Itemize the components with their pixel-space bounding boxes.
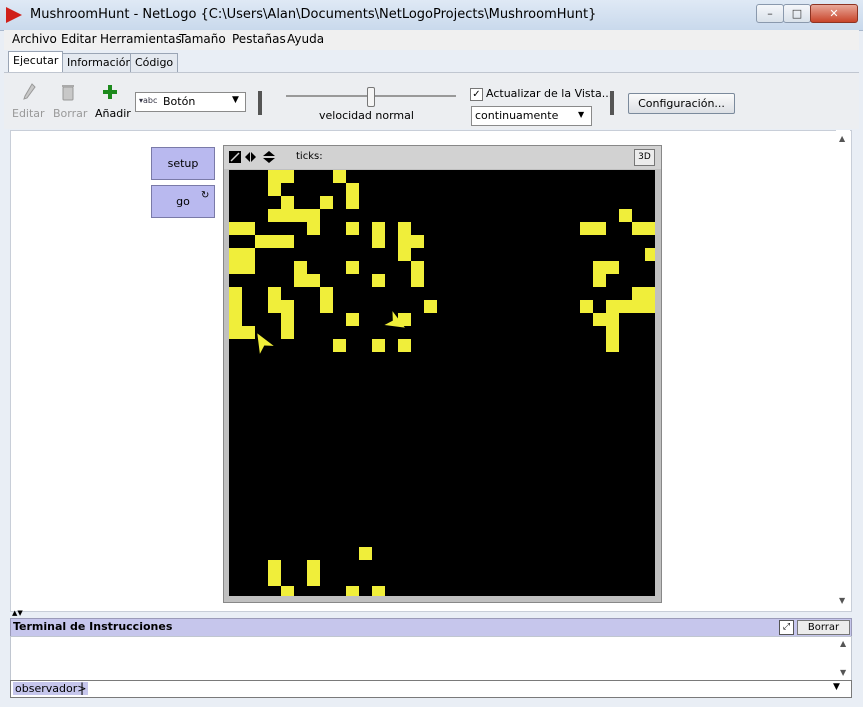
pencil-icon (23, 83, 36, 100)
menu-herramientas[interactable]: Herramientas (100, 32, 182, 46)
trash-icon (62, 85, 74, 101)
splitter-arrows-icon[interactable]: ▲▼ (12, 609, 23, 617)
speed-label: velocidad normal (319, 109, 414, 122)
tab-informacion[interactable]: Información (62, 53, 138, 72)
tab-codigo[interactable]: Código (130, 53, 179, 72)
scroll-down-icon[interactable]: ▼ (840, 668, 846, 677)
maximize-button[interactable]: □ (783, 4, 811, 23)
clear-button[interactable]: Borrar (797, 620, 850, 635)
menu-tamano[interactable]: Tamaño (179, 32, 226, 46)
view-size-icons[interactable] (229, 151, 279, 164)
menu-editar[interactable]: Editar (61, 32, 97, 46)
history-dropdown-icon[interactable]: ▼ (833, 682, 840, 692)
expand-icon[interactable]: ⤢ (779, 620, 794, 635)
agent-type-selector[interactable]: observador> (13, 682, 89, 695)
edit-button[interactable]: Editar (12, 107, 45, 120)
menu-ayuda[interactable]: Ayuda (287, 32, 324, 46)
settings-button[interactable]: Configuración... (628, 93, 735, 114)
go-button[interactable]: go ↻ (151, 185, 215, 218)
turtle (384, 311, 405, 328)
toolbar-divider (610, 91, 614, 115)
update-view-checkbox[interactable]: ✓ (470, 88, 483, 101)
vertical-scrollbar[interactable]: ▲ ▼ (836, 130, 850, 610)
3d-button[interactable]: 3D (634, 149, 655, 166)
update-mode-value: continuamente (475, 109, 559, 122)
menu-bar: Archivo Editar Herramientas Tamaño Pesta… (4, 30, 859, 50)
menu-archivo[interactable]: Archivo (12, 32, 57, 46)
add-icon (103, 85, 117, 99)
minimize-button[interactable]: – (756, 4, 784, 23)
toolbar-divider (258, 91, 262, 115)
setup-button[interactable]: setup (151, 147, 215, 180)
turtle (257, 333, 274, 354)
tab-bar: Ejecutar Información Código (4, 50, 859, 73)
chevron-down-icon: ▼ (232, 95, 239, 105)
toolbar: Editar Borrar Añadir ▾abc Botón ▼ veloci… (4, 72, 859, 129)
chevron-down-icon: ▼ (578, 110, 585, 119)
delete-button[interactable]: Borrar (53, 107, 87, 120)
title-bar[interactable]: MushroomHunt - NetLogo {C:\Users\Alan\Do… (0, 0, 863, 31)
view-header: ticks: 3D (224, 146, 661, 169)
world-canvas[interactable] (229, 170, 655, 596)
tab-ejecutar[interactable]: Ejecutar (8, 51, 64, 73)
forever-icon: ↻ (201, 190, 210, 201)
command-input-row[interactable]: observador> | ▼ (10, 680, 852, 698)
window-title: MushroomHunt - NetLogo {C:\Users\Alan\Do… (30, 7, 597, 22)
speed-slider-thumb[interactable] (367, 87, 375, 107)
scroll-up-icon[interactable]: ▲ (839, 134, 845, 143)
close-button[interactable]: ✕ (810, 4, 858, 23)
scroll-down-icon[interactable]: ▼ (839, 596, 845, 605)
world-view: ticks: 3D (223, 145, 662, 603)
update-mode-select[interactable]: continuamente ▼ (471, 106, 592, 126)
widget-type-select[interactable]: ▾abc Botón ▼ (135, 92, 246, 112)
button-widget-icon: ▾abc (139, 96, 158, 105)
menu-pestanas[interactable]: Pestañas (232, 32, 286, 46)
add-button[interactable]: Añadir (95, 107, 131, 120)
go-button-label: go (176, 195, 190, 208)
netlogo-logo-icon (6, 7, 22, 23)
widget-type-value: Botón (163, 95, 196, 108)
command-center-header: Terminal de Instrucciones ⤢ Borrar (10, 618, 852, 637)
command-center-title: Terminal de Instrucciones (13, 620, 173, 633)
text-cursor: | (80, 681, 85, 695)
turtles-layer (257, 311, 405, 354)
scroll-up-icon[interactable]: ▲ (840, 639, 846, 648)
command-output: ▲ ▼ (10, 636, 852, 682)
ticks-label: ticks: (296, 151, 323, 162)
update-view-label: Actualizar de la Vista... (486, 87, 613, 100)
